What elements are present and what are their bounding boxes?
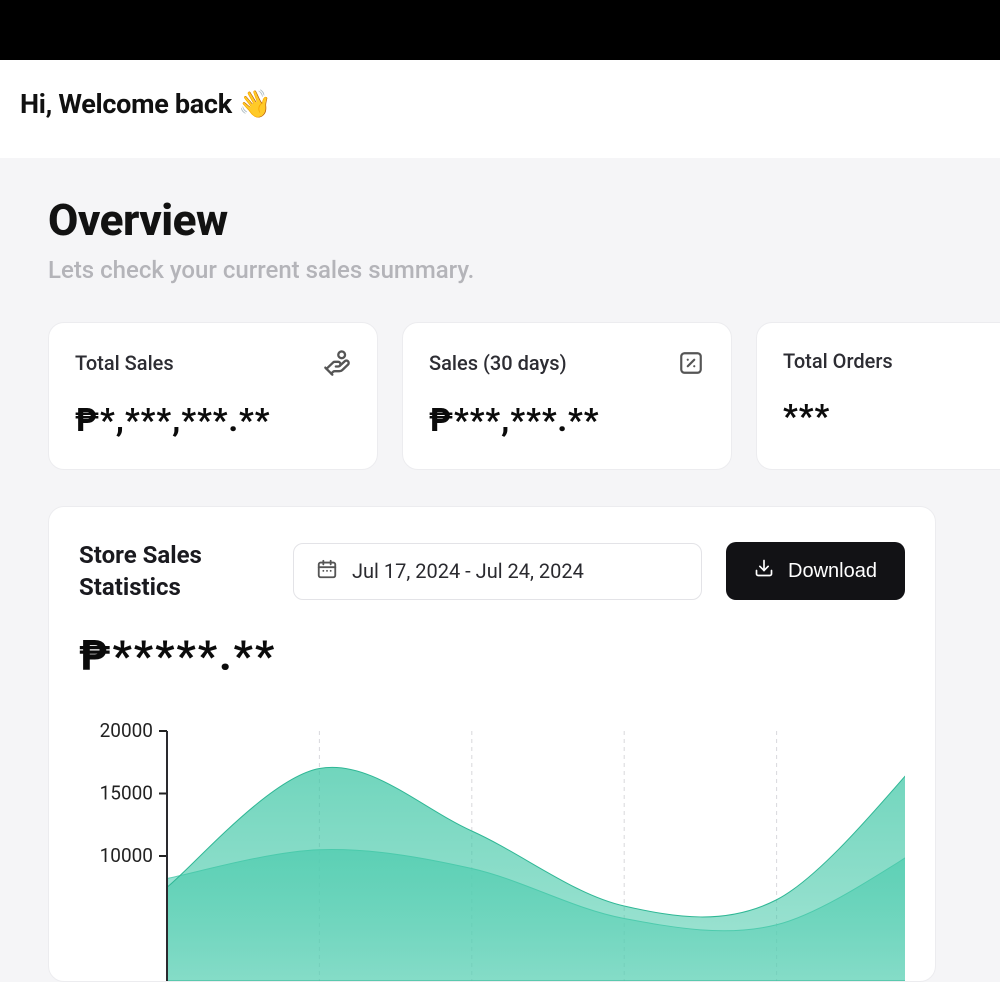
card-sales-30-days: Sales (30 days) ₱***,***.**	[402, 322, 732, 470]
percent-icon	[677, 349, 705, 377]
download-icon	[754, 558, 774, 584]
date-range-picker[interactable]: Jul 17, 2024 - Jul 24, 2024	[293, 543, 702, 600]
card-header: Total Sales	[75, 349, 351, 377]
svg-text:20000: 20000	[100, 721, 153, 742]
date-range-text: Jul 17, 2024 - Jul 24, 2024	[352, 559, 584, 583]
download-button[interactable]: Download	[726, 542, 905, 600]
stat-cards-row: Total Sales ₱*,***,***.** Sales (30 days…	[48, 322, 1000, 470]
greeting-bar: Hi, Welcome back 👋	[0, 60, 1000, 158]
card-label: Total Orders	[783, 349, 893, 373]
card-total-sales: Total Sales ₱*,***,***.**	[48, 322, 378, 470]
greeting-text: Hi, Welcome back 👋	[20, 88, 980, 120]
chart-card: Store Sales Statistics Jul 17, 2024 - Ju…	[48, 506, 936, 982]
calendar-icon	[316, 558, 338, 585]
card-label: Total Sales	[75, 351, 174, 375]
chart-summary-value: ₱*****.**	[79, 632, 905, 681]
card-value: ***	[783, 397, 999, 435]
sales-area-chart: 10000 15000 20000	[79, 721, 905, 981]
card-total-orders: Total Orders ***	[756, 322, 1000, 470]
chart-title: Store Sales Statistics	[79, 539, 269, 604]
svg-text:15000: 15000	[100, 781, 153, 804]
download-button-label: Download	[788, 560, 877, 583]
svg-text:10000: 10000	[100, 844, 153, 867]
card-header: Total Orders	[783, 349, 999, 373]
card-header: Sales (30 days)	[429, 349, 705, 377]
overview-subtitle: Lets check your current sales summary.	[48, 256, 1000, 284]
overview-title: Overview	[48, 194, 1000, 246]
card-value: ₱*,***,***.**	[75, 401, 351, 439]
content-area: Overview Lets check your current sales s…	[0, 158, 1000, 982]
chart-toolbar: Store Sales Statistics Jul 17, 2024 - Ju…	[79, 539, 905, 604]
top-bar	[0, 0, 1000, 60]
card-label: Sales (30 days)	[429, 351, 567, 375]
card-value: ₱***,***.**	[429, 401, 705, 439]
coins-icon	[323, 349, 351, 377]
